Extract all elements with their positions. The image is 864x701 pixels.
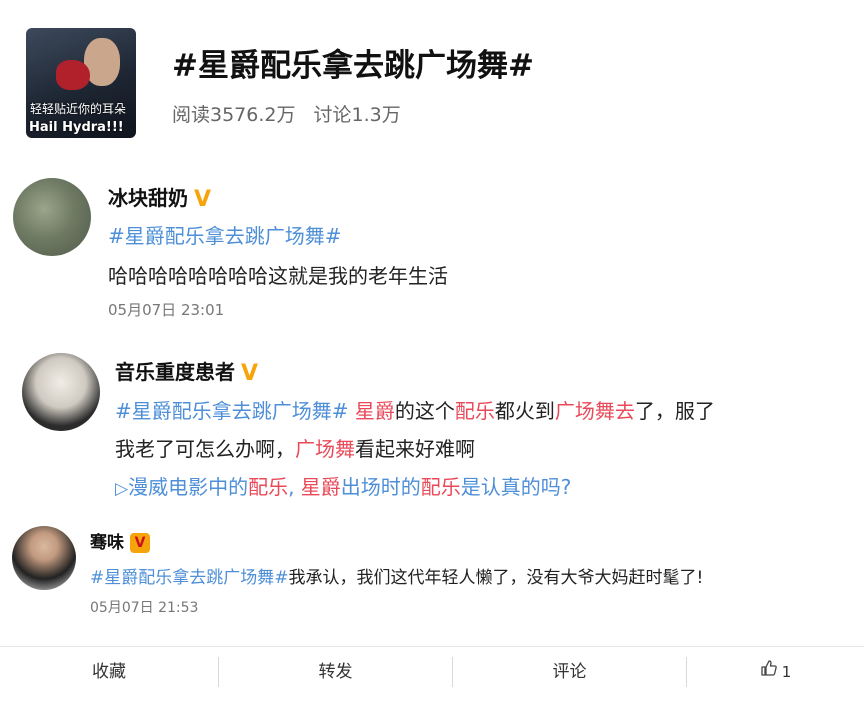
hashtag-link[interactable]: #星爵配乐拿去跳广场舞#: [108, 224, 342, 248]
comment-item: 音乐重度患者 V #星爵配乐拿去跳广场舞# 星爵的这个配乐都火到广场舞去了，服了 …: [0, 345, 864, 505]
verified-icon: V: [194, 187, 212, 212]
comment-text: 哈哈哈哈哈哈哈哈这就是我的老年生活: [108, 264, 448, 288]
username-text[interactable]: 音乐重度患者: [115, 360, 235, 384]
keyword-link[interactable]: 星爵: [355, 399, 395, 423]
topic-title: #星爵配乐拿去跳广场舞#: [172, 48, 534, 84]
link-segment[interactable]: 是认真的吗?: [461, 475, 572, 499]
thumbnail-caption-hail-hydra: Hail Hydra!!!: [29, 120, 124, 135]
keyword-link[interactable]: 星爵: [301, 475, 341, 499]
keyword-link[interactable]: 广场舞去: [555, 399, 635, 423]
keyword-link[interactable]: 配乐: [248, 475, 288, 499]
text-segment: 的这个: [394, 399, 455, 423]
comment-username[interactable]: 音乐重度患者 V: [115, 356, 258, 386]
link-segment[interactable]: 漫威电影中的: [128, 475, 248, 499]
username-text[interactable]: 冰块甜奶: [108, 186, 188, 210]
text-segment: 了，服了: [634, 399, 715, 423]
keyword-link[interactable]: 配乐: [455, 399, 495, 423]
read-count: 阅读3576.2万: [172, 104, 296, 126]
comment-hashtag-line: #星爵配乐拿去跳广场舞#: [108, 220, 342, 249]
hashtag-link[interactable]: #星爵配乐拿去跳广场舞#: [115, 399, 349, 423]
topic-thumbnail[interactable]: 轻轻贴近你的耳朵 Hail Hydra!!!: [26, 28, 136, 138]
comment-time: 05月07日 23:01: [108, 301, 225, 319]
text-segment: 我承认，我们这代年轻人懒了，没有大爷大妈赶时髦了!: [288, 568, 704, 588]
comment-item: 骞味 V #星爵配乐拿去跳广场舞#我承认，我们这代年轻人懒了，没有大爷大妈赶时髦了…: [0, 520, 864, 630]
comment-text: #星爵配乐拿去跳广场舞#我承认，我们这代年轻人懒了，没有大爷大妈赶时髦了!: [90, 563, 703, 588]
discuss-count: 讨论1.3万: [313, 104, 401, 126]
video-link[interactable]: ▷漫威电影中的配乐, 星爵出场时的配乐是认真的吗?: [115, 471, 571, 500]
keyword-link[interactable]: 配乐: [421, 475, 461, 499]
text-segment: 我老了可怎么办啊，: [115, 437, 295, 461]
comment-button[interactable]: 评论: [453, 647, 686, 697]
avatar[interactable]: [12, 526, 76, 590]
avatar[interactable]: [13, 178, 91, 256]
comment-item: 冰块甜奶 V #星爵配乐拿去跳广场舞# 哈哈哈哈哈哈哈哈这就是我的老年生活 05月…: [0, 172, 864, 332]
comment-text-line-2: 我老了可怎么办啊，广场舞看起来好难啊: [115, 433, 475, 462]
comment-time: 05月07日 21:53: [90, 600, 199, 616]
video-icon: ▷: [115, 479, 129, 499]
username-text[interactable]: 骞味: [90, 533, 124, 553]
text-segment: 看起来好难啊: [355, 437, 475, 461]
comment-username[interactable]: 骞味 V: [90, 528, 150, 553]
like-count: 1: [781, 663, 792, 681]
comment-username[interactable]: 冰块甜奶 V: [108, 182, 211, 212]
verified-icon: V: [241, 361, 259, 386]
thumbnail-caption: 轻轻贴近你的耳朵: [30, 102, 127, 116]
link-segment[interactable]: 出场时的: [341, 475, 421, 499]
like-button[interactable]: 1: [687, 647, 864, 697]
link-segment[interactable]: ,: [288, 475, 301, 499]
comment-text-line-1: #星爵配乐拿去跳广场舞# 星爵的这个配乐都火到广场舞去了，服了: [115, 395, 715, 424]
topic-stats: 阅读3576.2万 讨论1.3万: [172, 100, 401, 127]
thumbs-up-icon: [760, 647, 778, 697]
action-bar: 收藏 转发 评论 1: [0, 646, 864, 697]
hashtag-link[interactable]: #星爵配乐拿去跳广场舞#: [90, 568, 289, 588]
thumbnail-red-object: [56, 60, 90, 90]
verified-icon: V: [130, 533, 150, 553]
repost-button[interactable]: 转发: [219, 647, 452, 697]
favorite-button[interactable]: 收藏: [0, 647, 218, 697]
text-segment: 都火到: [494, 399, 555, 423]
topic-header: 轻轻贴近你的耳朵 Hail Hydra!!! #星爵配乐拿去跳广场舞# 阅读35…: [0, 0, 864, 160]
keyword-link[interactable]: 广场舞: [295, 437, 355, 461]
avatar[interactable]: [22, 353, 100, 431]
